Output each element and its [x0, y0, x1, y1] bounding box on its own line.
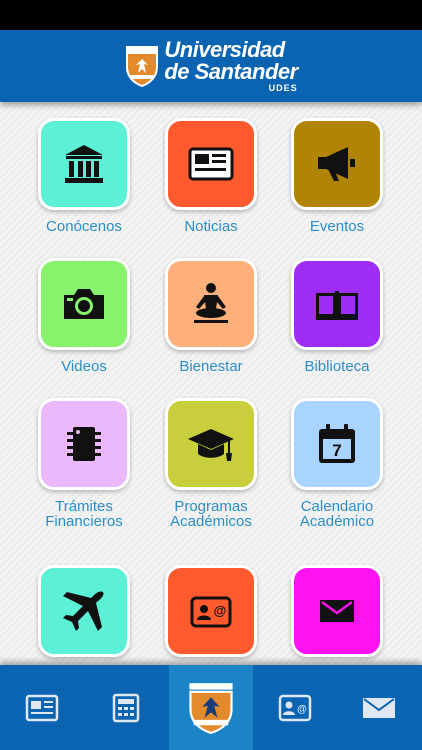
- contact-card-icon: @: [190, 596, 232, 628]
- bank-icon: [65, 145, 103, 183]
- tile-label: Programas Académicos: [170, 498, 252, 530]
- menu-item-row4-2[interactable]: @: [151, 565, 271, 666]
- tile-label: Bienestar: [179, 358, 243, 375]
- nav-contact[interactable]: @: [253, 665, 337, 750]
- svg-text:7: 7: [332, 441, 341, 460]
- tile-label: Eventos: [309, 218, 365, 235]
- calendar-icon: 7: [319, 424, 355, 463]
- udes-crest-icon: [126, 46, 159, 87]
- meditation-icon: [194, 283, 228, 323]
- menu-item-row4-3[interactable]: [277, 565, 397, 666]
- tile-programas-academicos[interactable]: [165, 398, 257, 490]
- tile-calendario-academico[interactable]: 7: [291, 398, 383, 490]
- chip-icon: [67, 427, 101, 461]
- tile-label: Trámites Financieros: [45, 498, 123, 530]
- tile-label: Videos: [61, 358, 107, 375]
- tile-conocenos[interactable]: [38, 118, 130, 210]
- menu-item-row4-1[interactable]: [24, 565, 144, 666]
- svg-text:@: @: [214, 603, 227, 618]
- logo-abbreviation: UDES: [268, 83, 298, 93]
- envelope-icon: [320, 600, 354, 622]
- tile-label: Calendario Académico: [299, 498, 375, 530]
- nav-home[interactable]: [169, 665, 253, 750]
- udes-logo[interactable]: Universidad de Santander UDES: [124, 37, 298, 93]
- logo-line-2: de Santander: [164, 59, 298, 84]
- bottom-navigation: @: [0, 665, 422, 750]
- menu-item-calendario-academico[interactable]: 7 Calendario Académico: [277, 398, 397, 529]
- status-bar: [0, 0, 422, 30]
- newspaper-icon: [25, 694, 59, 721]
- tile-videos[interactable]: [38, 258, 130, 350]
- header-bar: Universidad de Santander UDES: [0, 30, 422, 102]
- nav-mail[interactable]: [337, 665, 421, 750]
- tile-row4-3[interactable]: [291, 565, 383, 657]
- graduation-cap-icon: [188, 429, 234, 461]
- mail-icon: [363, 697, 395, 718]
- menu-item-biblioteca[interactable]: Biblioteca: [277, 258, 397, 374]
- tile-label: Noticias: [184, 218, 238, 235]
- airplane-icon: [63, 591, 104, 631]
- tile-label: Biblioteca: [304, 358, 370, 375]
- tile-tramites-financieros[interactable]: [38, 398, 130, 490]
- tile-bienestar[interactable]: [165, 258, 257, 350]
- menu-item-noticias[interactable]: Noticias: [151, 118, 271, 234]
- menu-item-videos[interactable]: Videos: [24, 258, 144, 374]
- contact-card-icon: @: [278, 694, 312, 721]
- tile-noticias[interactable]: [165, 118, 257, 210]
- calculator-icon: [112, 693, 140, 722]
- menu-item-tramites-financieros[interactable]: Trámites Financieros: [24, 398, 144, 529]
- tile-eventos[interactable]: [291, 118, 383, 210]
- tile-row4-1[interactable]: [38, 565, 130, 657]
- nav-calculator[interactable]: [84, 665, 168, 750]
- menu-item-eventos[interactable]: Eventos: [277, 118, 397, 234]
- udes-crest-icon: [189, 682, 233, 734]
- logo-line-1: Universidad: [164, 37, 285, 62]
- book-icon: [316, 291, 358, 320]
- nav-news[interactable]: [0, 665, 84, 750]
- megaphone-icon: [318, 147, 355, 181]
- menu-item-bienestar[interactable]: Bienestar: [151, 258, 271, 374]
- svg-text:@: @: [297, 704, 307, 715]
- newspaper-icon: [188, 147, 234, 181]
- menu-item-conocenos[interactable]: Conócenos: [24, 118, 144, 234]
- tile-label: Conócenos: [46, 218, 122, 235]
- menu-item-programas-academicos[interactable]: Programas Académicos: [151, 398, 271, 529]
- tile-biblioteca[interactable]: [291, 258, 383, 350]
- camera-icon: [64, 289, 104, 319]
- tile-row4-2[interactable]: @: [165, 565, 257, 657]
